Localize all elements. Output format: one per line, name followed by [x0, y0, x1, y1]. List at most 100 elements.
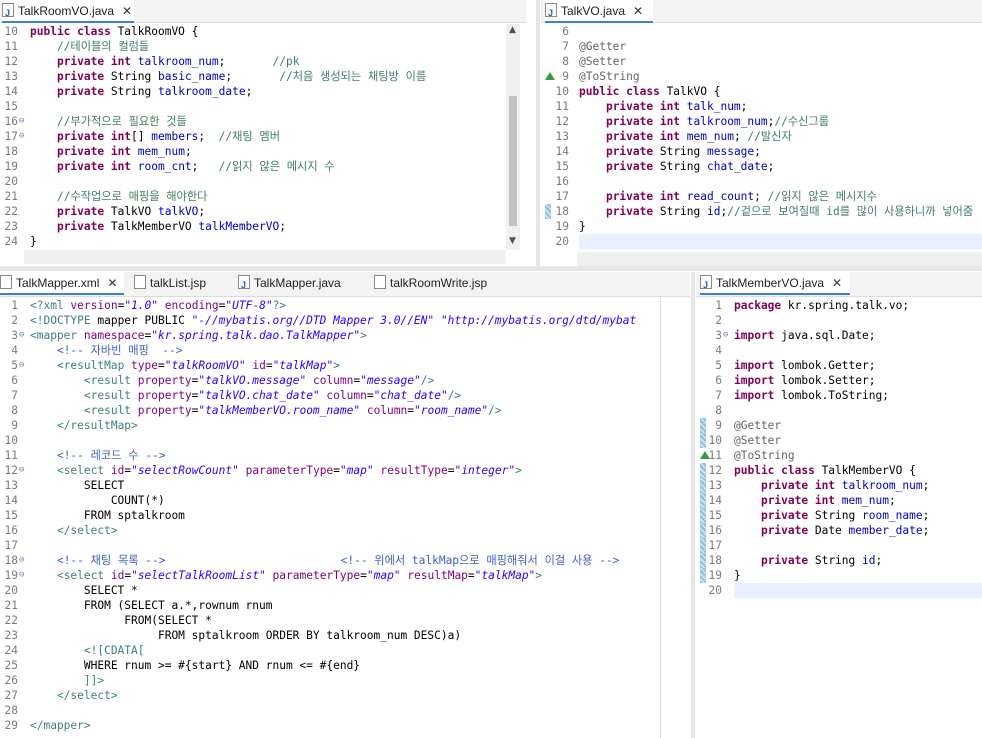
editor-talkvo[interactable]: TalkVO.java ✕ 6 7 @Getter 8 @Setter 9 @ToString…	[541, 0, 982, 266]
code-line[interactable]: 22 private TalkVO talkVO;	[0, 204, 526, 219]
code-text[interactable]: private int talkroom_num;	[734, 478, 929, 493]
code-text[interactable]: import lombok.Setter;	[734, 373, 875, 388]
code-text[interactable]: private TalkVO talkVO;	[30, 204, 205, 219]
code-line[interactable]: 10 public class TalkRoomVO {	[0, 24, 526, 39]
code-text[interactable]: private String basic_name; //처음 생성되는 채팅방…	[30, 69, 426, 84]
code-text[interactable]: private TalkMemberVO talkMemberVO;	[30, 219, 286, 234]
code-text[interactable]: private int talkroom_num; //pk	[30, 54, 300, 69]
code-text[interactable]: @Getter	[579, 39, 626, 54]
code-line[interactable]: 17 private int read_count; //읽지 않은 메시지수	[541, 189, 982, 204]
code-line[interactable]: 7 <result property = "talkVO.chat_date" co…	[0, 388, 690, 403]
code-text[interactable]: <mapper namespace="kr.spring.talk.dao.Ta…	[30, 328, 367, 343]
code-text[interactable]: package kr.spring.talk.vo;	[734, 298, 909, 313]
fold-toggle-icon[interactable]: ⊖	[19, 114, 24, 129]
code-text[interactable]: </select>	[30, 688, 118, 703]
code-text[interactable]: </select>	[30, 523, 118, 538]
code-text[interactable]: private String room_name;	[734, 508, 929, 523]
scroll-thumb[interactable]	[509, 96, 517, 226]
code-line[interactable]: 11 private int talk_num;	[541, 99, 982, 114]
code-line[interactable]: 21 FROM (SELECT a.*,rownum rnum	[0, 598, 690, 613]
code-line[interactable]: 5 import lombok.Getter;	[696, 358, 982, 373]
code-text[interactable]: public class TalkRoomVO {	[30, 24, 198, 39]
code-text[interactable]: private int talkroom_num;//수신그룹	[579, 114, 829, 129]
code-text[interactable]: private int mem_num; //발신자	[579, 129, 792, 144]
tab-talkmapper-xml[interactable]: TalkMapper.xml ✕	[0, 272, 124, 295]
code-line[interactable]: 18 private String id;	[696, 553, 982, 568]
code-text[interactable]: @Getter	[734, 418, 781, 433]
code-area[interactable]: 1 <?xml version="1.0" encoding="UTF-8"?> 2…	[0, 298, 690, 733]
code-line[interactable]: 12 private int talkroom_num;//수신그룹	[541, 114, 982, 129]
code-line[interactable]: 20 SELECT *	[0, 583, 690, 598]
code-line[interactable]: 25 WHERE rnum >= #{start} AND rnum <= #{…	[0, 658, 690, 673]
code-line[interactable]: 19}	[696, 568, 982, 583]
code-text[interactable]: FROM sptalkroom ORDER BY talkroom_num DE…	[30, 628, 461, 643]
code-text[interactable]: @Setter	[579, 54, 626, 69]
close-icon[interactable]: ✕	[122, 4, 132, 18]
code-text[interactable]: import java.sql.Date;	[734, 328, 875, 343]
code-text[interactable]: private int talk_num;	[579, 99, 747, 114]
code-line[interactable]: 8 @Setter	[541, 54, 982, 69]
code-text[interactable]: import lombok.Getter;	[734, 358, 875, 373]
code-line[interactable]: 16 private Date member_date;	[696, 523, 982, 538]
code-line[interactable]: 11 <!-- 레코드 수 -->	[0, 448, 690, 463]
code-text[interactable]: FROM(SELECT *	[30, 613, 212, 628]
code-line[interactable]: 10 public class TalkVO {	[541, 84, 982, 99]
code-line[interactable]: 1 <?xml version="1.0" encoding="UTF-8"?>	[0, 298, 690, 313]
code-text[interactable]: import lombok.ToString;	[734, 388, 889, 403]
code-line[interactable]: 3 ⊖ <mapper namespace="kr.spring.talk.dao.…	[0, 328, 690, 343]
code-text[interactable]: private int read_count; //읽지 않은 메시지수	[579, 189, 877, 204]
code-line[interactable]: 24}	[0, 234, 526, 249]
code-line[interactable]: 14 COUNT(*)	[0, 493, 690, 508]
tab-talkmapper-java[interactable]: TalkMapper.java	[238, 272, 356, 296]
code-line[interactable]: 5 ⊖ <resultMap type="talkRoomVO" id="talk…	[0, 358, 690, 373]
code-text[interactable]: FROM (SELECT a.*,rownum rnum	[30, 598, 273, 613]
code-line[interactable]: 13 private String basic_name; //처음 생성되는 …	[0, 69, 526, 84]
code-text[interactable]: ]]>	[30, 673, 104, 688]
code-text[interactable]: }	[579, 219, 586, 234]
code-line[interactable]: 29 </mapper>	[0, 718, 690, 733]
code-line[interactable]: 6 <result property="talkVO.message" colu…	[0, 373, 690, 388]
code-text[interactable]: <!DOCTYPE mapper PUBLIC "-//mybatis.org/…	[30, 313, 636, 328]
vertical-divider[interactable]	[536, 0, 540, 266]
code-line[interactable]: 18 ⊖ <!-- 채팅 목록 --> <!-- 위에서 talkMap으로 매핑…	[0, 553, 690, 568]
editor-talkmapper[interactable]: TalkMapper.xml ✕ talkList.jsp TalkMapper.…	[0, 272, 690, 738]
code-line[interactable]: 24 <![CDATA[	[0, 643, 690, 658]
code-text[interactable]: </mapper>	[30, 718, 91, 733]
code-text[interactable]: private String message;	[579, 144, 761, 159]
code-line[interactable]: 13 private int mem_num; //발신자	[541, 129, 982, 144]
code-area[interactable]: 1 package kr.spring.talk.vo; 2 3 ⊖ import jav…	[696, 298, 982, 598]
tab-talklist-jsp[interactable]: talkList.jsp	[134, 272, 224, 294]
code-line[interactable]: 11 //테이블의 컬럼들	[0, 39, 526, 54]
vertical-divider[interactable]	[691, 272, 695, 738]
code-line[interactable]: 12 private int talkroom_num; //pk	[0, 54, 526, 69]
code-text[interactable]: private String id;//겉으로 보여질때 id를 많이 사용하니…	[579, 204, 973, 219]
code-line[interactable]: 9 @ToString	[541, 69, 982, 84]
code-line[interactable]: 15 private String chat_date;	[541, 159, 982, 174]
code-text[interactable]: COUNT(*)	[30, 493, 165, 508]
code-line[interactable]: 15 FROM sptalkroom	[0, 508, 690, 523]
code-text[interactable]: SELECT *	[30, 583, 138, 598]
code-text[interactable]: private Date member_date;	[734, 523, 929, 538]
code-text[interactable]: <resultMap type="talkRoomVO" id="talkMap…	[30, 358, 340, 373]
fold-toggle-icon[interactable]: ⊖	[19, 358, 24, 373]
code-line[interactable]: 17	[0, 538, 690, 553]
code-line[interactable]: 8	[696, 403, 982, 418]
code-text[interactable]: <result property = "talkVO.chat_date" colu…	[30, 388, 461, 403]
code-line[interactable]: 9 @Getter	[696, 418, 982, 433]
code-line[interactable]: 7 import lombok.ToString;	[696, 388, 982, 403]
editor-talkmembervo[interactable]: TalkMemberVO.java ✕ 1 package kr.spring.ta…	[696, 272, 982, 738]
code-line[interactable]: 14 private String talkroom_date;	[0, 84, 526, 99]
code-line[interactable]: 26 ]]>	[0, 673, 690, 688]
editor-talkroomvo[interactable]: TalkRoomVO.java ✕ 10 public class TalkRoom…	[0, 0, 526, 266]
code-line[interactable]: 28	[0, 703, 690, 718]
vertical-scrollbar[interactable]: ▲ ▼	[506, 24, 520, 250]
code-text[interactable]: private String id;	[734, 553, 882, 568]
code-line[interactable]: 14 private String message;	[541, 144, 982, 159]
code-text[interactable]: }	[734, 568, 741, 583]
code-line[interactable]: 19 ⊖ <select id = "selectTalkRoomList" para…	[0, 568, 690, 583]
code-line[interactable]: 27 </select>	[0, 688, 690, 703]
code-text[interactable]: FROM sptalkroom	[30, 508, 185, 523]
code-line[interactable]: 21 //수작업으로 매핑을 해야한다	[0, 189, 526, 204]
code-line[interactable]: 9 </resultMap>	[0, 418, 690, 433]
horizontal-divider[interactable]	[0, 266, 982, 271]
